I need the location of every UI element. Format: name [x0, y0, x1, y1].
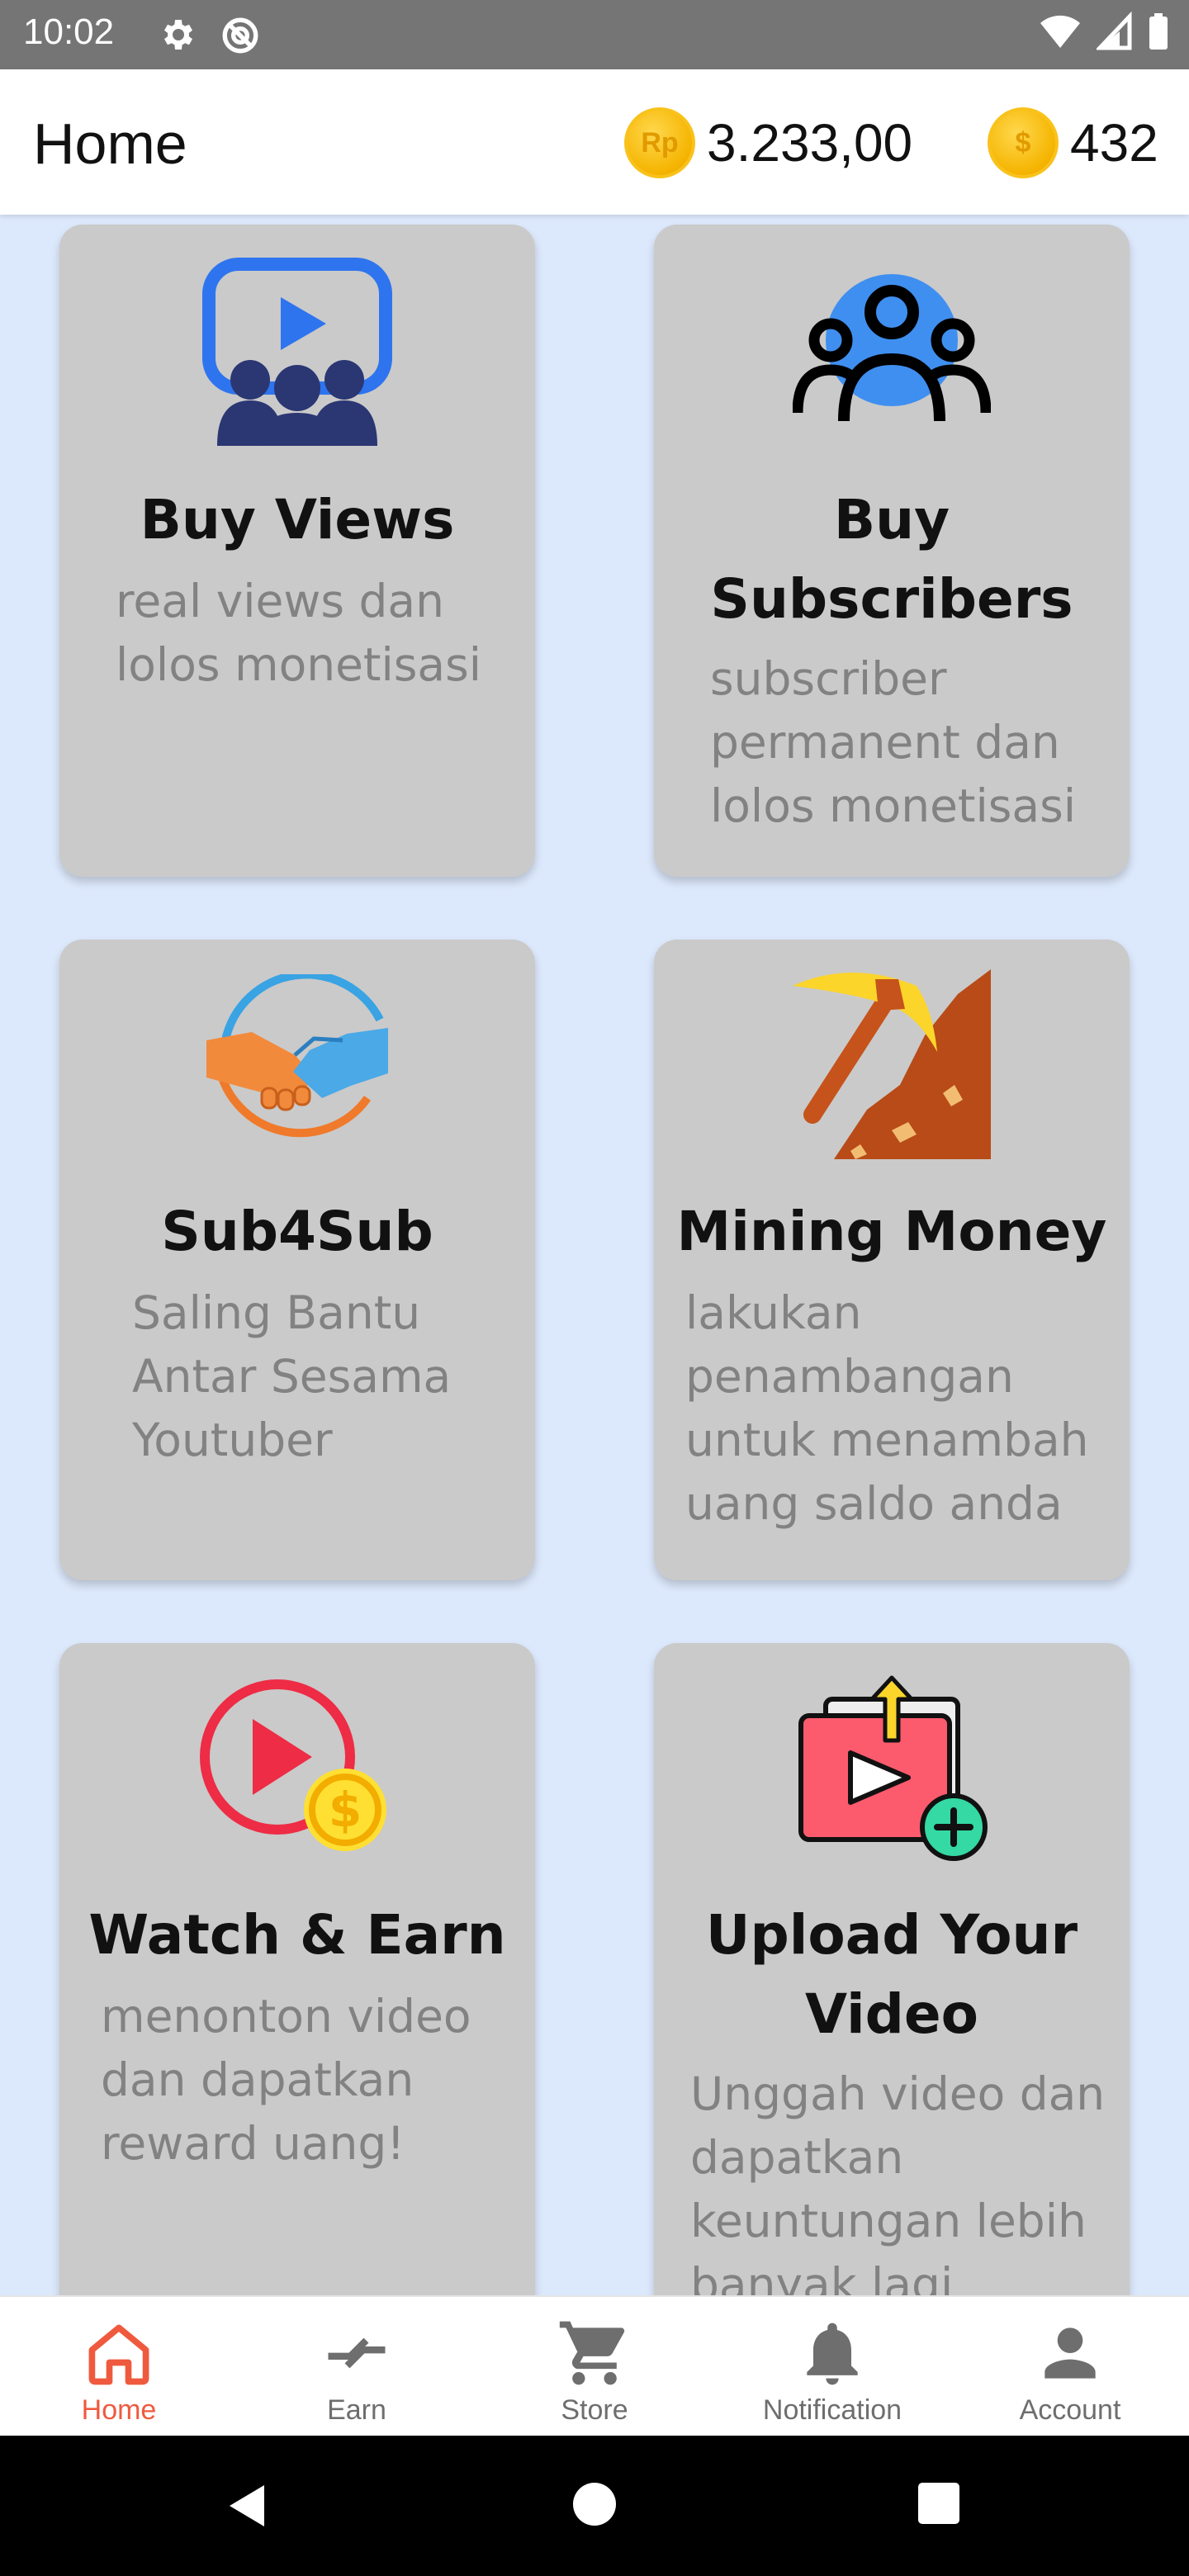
status-time: 10:02: [23, 12, 115, 52]
nav-label: Store: [561, 2394, 628, 2426]
page-title: Home: [33, 111, 187, 176]
status-icons: [1039, 12, 1169, 51]
status-bar: 10:02: [0, 0, 1189, 69]
card-mining-money[interactable]: Mining Money lakukan penambangan untuk m…: [654, 940, 1130, 1580]
coin-balance-value: 432: [1070, 113, 1158, 173]
home-icon: [88, 2324, 149, 2385]
nav-item-earn[interactable]: Earn: [238, 2297, 476, 2436]
system-navigation-bar: [0, 2436, 1189, 2576]
nav-label: Earn: [327, 2394, 386, 2426]
card-sub4sub[interactable]: Sub4Sub Saling Bantu Antar Sesama Youtub…: [59, 940, 535, 1580]
nav-item-account[interactable]: Account: [951, 2297, 1189, 2436]
back-icon[interactable]: [223, 2481, 272, 2531]
card-buy-views[interactable]: Buy Views real views dan lolos monetisas…: [59, 225, 535, 877]
person-icon: [1045, 2327, 1096, 2379]
home-circle-icon[interactable]: [571, 2481, 618, 2527]
signal-icon: [1097, 12, 1132, 50]
wifi-icon: [1040, 15, 1080, 48]
subscribers-group-icon: [793, 274, 991, 422]
rupiah-balance[interactable]: Rp 3.233,00: [624, 107, 912, 178]
card-description: subscriber permanent dan lolos monetisas…: [710, 652, 1077, 832]
settings-gear-icon: [164, 20, 192, 50]
feature-grid: Buy Views real views dan lolos monetisas…: [0, 215, 1189, 2295]
coin-balance[interactable]: $ 432: [988, 107, 1158, 178]
nav-item-store[interactable]: Store: [476, 2297, 713, 2436]
card-buy-subscribers[interactable]: Buy Subscribers subscriber permanent dan…: [654, 225, 1130, 877]
card-title: Upload Your Video: [705, 1903, 1078, 2046]
nav-item-notification[interactable]: Notification: [713, 2297, 951, 2436]
app-bar: Home Rp 3.233,00 $ 432: [0, 69, 1189, 215]
play-coin-icon: $: [200, 1679, 386, 1851]
swap-arrows-icon: [328, 2337, 386, 2369]
svg-text:$: $: [329, 1782, 362, 1838]
card-watch-earn[interactable]: $ Watch & Earn menonton video dan dapatk…: [59, 1643, 535, 2295]
card-upload-video[interactable]: Upload Your Video Unggah video dan dapat…: [654, 1643, 1130, 2295]
card-description: menonton video dan dapatkan reward uang!: [101, 1990, 471, 2170]
rupiah-coin-icon: Rp: [624, 107, 695, 178]
card-title: Sub4Sub: [161, 1200, 433, 1263]
cart-icon: [559, 2321, 625, 2385]
battery-icon: [1149, 13, 1168, 50]
handshake-icon: [206, 974, 388, 1138]
card-description: real views dan lolos monetisasi: [116, 575, 482, 691]
card-description: Saling Bantu Antar Sesama Youtuber: [132, 1286, 452, 1466]
dollar-coin-icon: $: [988, 107, 1059, 178]
nav-item-home[interactable]: Home: [0, 2297, 238, 2436]
nav-label: Account: [1019, 2394, 1121, 2426]
pickaxe-mining-icon: [793, 969, 991, 1159]
recents-icon[interactable]: [917, 2481, 961, 2526]
card-title: Mining Money: [676, 1200, 1107, 1263]
rupiah-balance-value: 3.233,00: [707, 113, 913, 173]
card-description: Unggah video dan dapatkan keuntungan leb…: [690, 2067, 1106, 2295]
card-title: Buy Subscribers: [710, 488, 1073, 631]
upload-video-icon: [798, 1675, 988, 1861]
sync-off-icon: [222, 17, 258, 54]
video-audience-icon: [202, 258, 392, 446]
bell-icon: [807, 2323, 858, 2385]
card-description: lakukan penambangan untuk menambah uang …: [685, 1286, 1089, 1530]
nav-label: Notification: [762, 2394, 902, 2426]
card-title: Watch & Earn: [88, 1903, 506, 1967]
card-title: Buy Views: [140, 488, 455, 552]
bottom-navigation: Home Earn Store Notification Account: [0, 2295, 1189, 2436]
nav-label: Home: [81, 2394, 157, 2426]
